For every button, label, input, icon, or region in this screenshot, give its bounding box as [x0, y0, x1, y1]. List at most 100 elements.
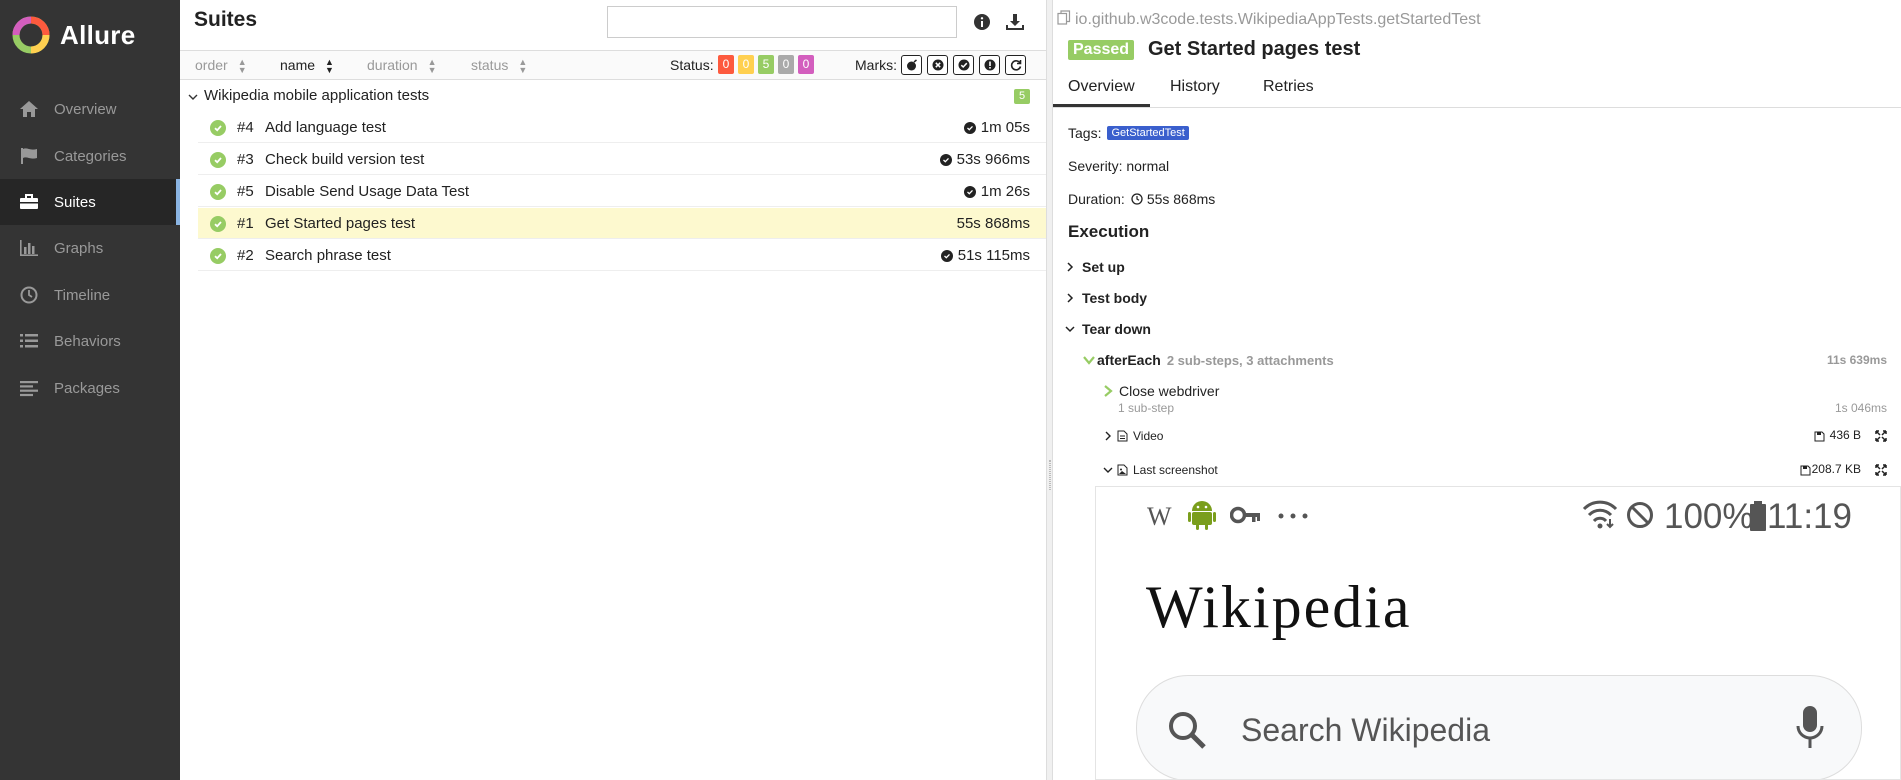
android-icon [1188, 501, 1216, 530]
test-number: #1 [237, 215, 254, 232]
file-icon [1117, 430, 1128, 442]
sidebar-item-overview[interactable]: Overview [0, 86, 180, 132]
key-icon [1230, 506, 1260, 524]
expand-icon[interactable] [1875, 463, 1887, 481]
sidebar-item-packages[interactable]: Packages [0, 365, 180, 411]
sidebar: Allure Overview Categories Suites Graphs… [0, 0, 180, 780]
sidebar-item-suites[interactable]: Suites [0, 179, 180, 225]
status-broken-toggle[interactable]: 0 [738, 55, 754, 74]
search-input[interactable] [607, 6, 957, 38]
download-icon[interactable] [1005, 12, 1025, 32]
info-icon[interactable] [972, 12, 992, 32]
after-each-step[interactable]: afterEach 2 sub-steps, 3 attachments [1083, 352, 1334, 368]
allure-logo-icon [12, 16, 50, 54]
test-number: #3 [237, 151, 254, 168]
test-row-selected[interactable]: #1 Get Started pages test 55s 868ms [198, 208, 1046, 239]
execution-title: Execution [1068, 222, 1150, 241]
list-icon [18, 331, 40, 351]
passed-icon [210, 120, 226, 136]
step-summary: 2 sub-steps, 3 attachments [1166, 352, 1334, 368]
close-webdriver-step[interactable]: Close webdriver [1103, 383, 1219, 399]
test-row[interactable]: #3 Check build version test 53s 966ms [198, 144, 1046, 175]
status-passed-toggle[interactable]: 5 [758, 55, 774, 74]
app-name: Allure [60, 19, 136, 50]
duration-value: 55s 868ms [956, 215, 1030, 232]
search-icon [1169, 712, 1206, 749]
phone-search-bar: Search Wikipedia [1136, 675, 1862, 779]
test-row[interactable]: #2 Search phrase test 51s 115ms [198, 240, 1046, 271]
chevron-down-icon [188, 89, 198, 106]
dnd-icon [1627, 502, 1653, 528]
mark-new-failed-icon[interactable] [927, 55, 948, 75]
test-name: Search phrase test [265, 247, 391, 264]
test-row[interactable]: #4 Add language test 1m 05s [198, 112, 1046, 143]
wikipedia-w-icon: W [1147, 502, 1172, 531]
test-detail-pane: io.github.w3code.tests.WikipediaAppTests… [1053, 0, 1901, 780]
status-failed-toggle[interactable]: 0 [718, 55, 734, 74]
mark-flaky-icon[interactable] [901, 55, 922, 75]
sidebar-item-graphs[interactable]: Graphs [0, 225, 180, 271]
sidebar-item-label: Timeline [54, 286, 111, 304]
sort-arrows-icon: ▲ ▼ [427, 57, 437, 76]
suite-group[interactable]: Wikipedia mobile application tests 5 [180, 81, 1046, 111]
step-name: Tear down [1082, 321, 1151, 337]
sort-label: name [280, 57, 316, 73]
tab-history[interactable]: History [1170, 78, 1220, 104]
screenshot-preview[interactable]: W 100% 11:19 Wikipedia Search Wikipedia [1095, 486, 1901, 780]
setup-step[interactable]: Set up [1065, 259, 1125, 275]
sidebar-item-categories[interactable]: Categories [0, 133, 180, 179]
save-icon[interactable] [1800, 463, 1811, 481]
last-screenshot-attachment[interactable]: Last screenshot [1103, 463, 1218, 477]
step-name: Test body [1082, 290, 1148, 306]
copy-icon[interactable] [1057, 10, 1071, 30]
mark-retries-icon[interactable] [1005, 55, 1026, 75]
test-full-name[interactable]: io.github.w3code.tests.WikipediaAppTests… [1057, 10, 1481, 30]
sidebar-item-behaviors[interactable]: Behaviors [0, 318, 180, 364]
status-skipped-toggle[interactable]: 0 [778, 55, 794, 74]
teardown-step[interactable]: Tear down [1065, 321, 1151, 337]
sort-name[interactable]: name ▲ ▼ [280, 57, 334, 75]
test-row[interactable]: #5 Disable Send Usage Data Test 1m 26s [198, 176, 1046, 207]
mark-new-passed-icon[interactable] [953, 55, 974, 75]
tag-badge[interactable]: GetStartedTest [1107, 126, 1189, 140]
sidebar-item-label: Behaviors [54, 332, 121, 350]
save-icon[interactable] [1814, 429, 1825, 447]
mark-new-broken-icon[interactable] [979, 55, 1000, 75]
sort-status[interactable]: status ▲ ▼ [471, 57, 527, 75]
video-attachment[interactable]: Video [1103, 429, 1163, 443]
chevron-right-icon [1105, 431, 1111, 441]
test-body-step[interactable]: Test body [1065, 290, 1147, 306]
test-name: Get Started pages test [265, 215, 416, 232]
battery-percent: 100% [1664, 497, 1754, 536]
more-icon [1278, 513, 1308, 519]
image-icon [1117, 464, 1128, 476]
microphone-icon [1796, 706, 1824, 748]
attachment-size: 436 B [1829, 428, 1861, 442]
passed-icon [210, 216, 226, 232]
sort-order[interactable]: order ▲ ▼ [195, 57, 247, 75]
test-duration: 53s 966ms [939, 151, 1030, 168]
allure-logo[interactable]: Allure [12, 16, 135, 54]
tags-label: Tags: [1068, 125, 1102, 141]
close-webdriver-duration: 1s 046ms [1834, 401, 1887, 415]
chevron-down-icon [1065, 326, 1075, 333]
align-left-icon [18, 378, 40, 398]
battery-icon [1750, 501, 1766, 531]
test-title: Get Started pages test [1148, 38, 1361, 60]
chevron-right-icon [1067, 293, 1074, 303]
sort-duration[interactable]: duration ▲ ▼ [367, 57, 437, 76]
expand-icon[interactable] [1875, 429, 1887, 447]
sidebar-item-label: Suites [54, 193, 96, 211]
test-number: #4 [237, 119, 254, 136]
check-circle-icon [963, 121, 976, 134]
check-circle-icon [940, 249, 953, 262]
status-unknown-toggle[interactable]: 0 [798, 55, 814, 74]
splitter-grip [1049, 460, 1051, 490]
briefcase-icon [18, 192, 40, 212]
pane-splitter[interactable] [1046, 0, 1053, 780]
attachment-size: 208.7 KB [1811, 462, 1861, 476]
sidebar-item-timeline[interactable]: Timeline [0, 272, 180, 318]
step-name: afterEach [1097, 352, 1161, 368]
tab-retries[interactable]: Retries [1263, 78, 1314, 104]
tab-overview[interactable]: Overview [1053, 78, 1150, 107]
